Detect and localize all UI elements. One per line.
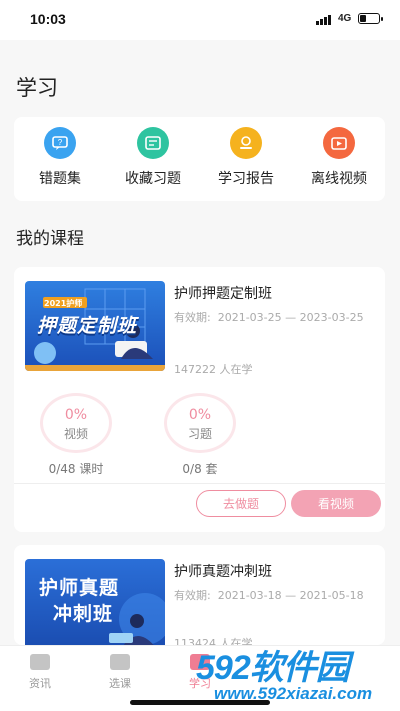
exercise-progress-value: 0% xyxy=(188,407,212,423)
svg-text:?: ? xyxy=(58,138,63,147)
course-card[interactable]: 2021护师 押题定制班 护师押题定制班 有效期: 2021-03-25 — 2… xyxy=(14,267,385,532)
video-lesson-count: 0/48 课时 xyxy=(48,462,104,476)
course-cover[interactable]: 2021护师 押题定制班 xyxy=(25,281,165,371)
signal-icon xyxy=(316,15,332,25)
network-type: 4G xyxy=(338,13,352,24)
home-indicator xyxy=(130,700,270,705)
favorite-questions-icon xyxy=(137,127,169,159)
quick-action-offline-video[interactable]: 离线视频 xyxy=(293,127,385,188)
news-icon xyxy=(30,654,50,670)
quick-action-label: 收藏习题 xyxy=(125,171,181,187)
cover-title: 押题定制班 xyxy=(37,315,138,337)
course-cover[interactable]: 护师真题 冲刺班 xyxy=(25,559,165,645)
quick-actions-card: ? 错题集 收藏习题 学习报告 离线视频 xyxy=(14,117,385,201)
course-select-icon xyxy=(110,654,130,670)
course-validity: 有效期: 2021-03-18 — 2021-05-18 xyxy=(174,589,364,602)
tab-course-select[interactable]: 选课 xyxy=(90,654,150,691)
video-progress-ring: 0% 视频 xyxy=(40,393,112,453)
exercise-progress-label: 习题 xyxy=(187,427,212,441)
quick-action-favorite-questions[interactable]: 收藏习题 xyxy=(107,127,199,188)
video-progress-value: 0% xyxy=(64,407,88,423)
page-title: 学习 xyxy=(16,76,58,100)
quick-action-wrong-questions[interactable]: ? 错题集 xyxy=(14,127,106,188)
cover-title-line1: 护师真题 xyxy=(39,577,120,599)
quick-action-label: 离线视频 xyxy=(311,171,367,187)
battery-icon xyxy=(358,13,383,24)
quick-action-study-report[interactable]: 学习报告 xyxy=(200,127,292,188)
exercise-set-count: 0/8 套 xyxy=(182,462,218,476)
quick-action-label: 学习报告 xyxy=(218,171,274,187)
tab-label: 资讯 xyxy=(29,677,51,690)
status-time: 10:03 xyxy=(30,11,66,27)
card-divider xyxy=(14,483,385,484)
course-validity: 有效期: 2021-03-25 — 2023-03-25 xyxy=(174,311,364,324)
course-name[interactable]: 护师真题冲刺班 xyxy=(174,561,272,581)
my-courses-title: 我的课程 xyxy=(16,229,84,249)
watermark-brand: 592软件园 xyxy=(196,649,350,687)
exercise-progress-ring: 0% 习题 xyxy=(164,393,236,453)
offline-video-icon xyxy=(323,127,355,159)
tab-news[interactable]: 资讯 xyxy=(10,654,70,691)
course-learners: 147222 人在学 xyxy=(174,363,253,376)
watch-video-button[interactable]: 看视频 xyxy=(291,490,381,517)
course-card[interactable]: 护师真题 冲刺班 护师真题冲刺班 有效期: 2021-03-18 — 2021-… xyxy=(14,545,385,645)
cover-title-line2: 冲刺班 xyxy=(53,603,114,625)
tab-label: 选课 xyxy=(109,677,131,690)
quick-action-label: 错题集 xyxy=(39,171,81,187)
status-bar: 10:03 4G xyxy=(0,0,400,40)
course-name[interactable]: 护师押题定制班 xyxy=(174,283,272,303)
wrong-questions-icon: ? xyxy=(44,127,76,159)
practice-button[interactable]: 去做题 xyxy=(196,490,286,517)
cover-badge: 2021护师 xyxy=(44,299,83,308)
study-report-icon xyxy=(230,127,262,159)
video-progress-label: 视频 xyxy=(63,427,88,441)
